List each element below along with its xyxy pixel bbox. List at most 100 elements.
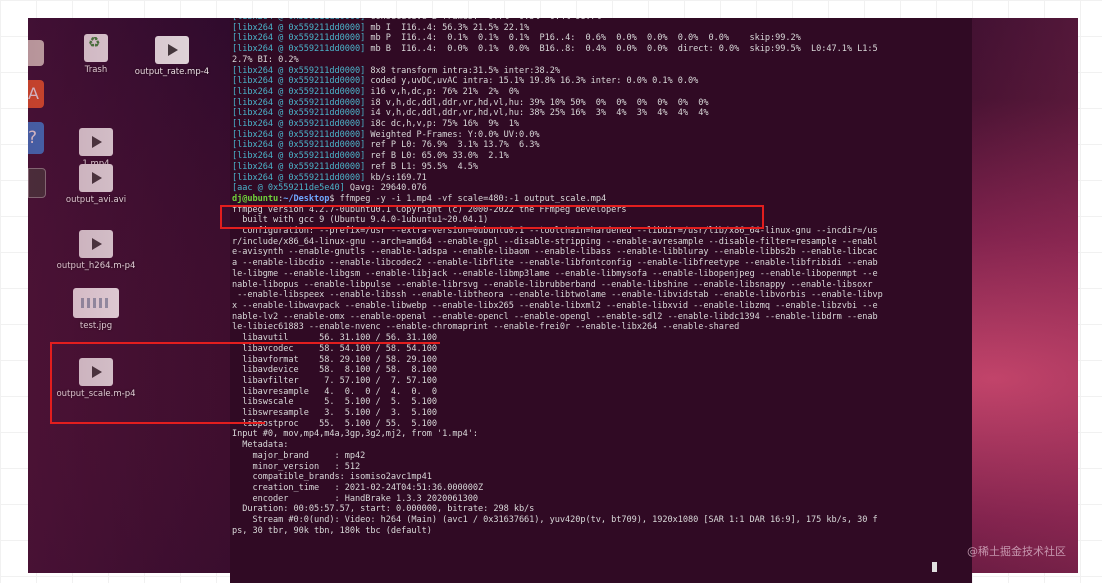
icon-label: output_avi.avi (65, 195, 127, 205)
terminal-line: [libx264 @ 0x559211dd0000] kb/s:169.71 (230, 173, 972, 184)
ffmpeg-output-line: nable-lv2 --enable-omx --enable-openal -… (232, 311, 878, 322)
video-file-icon (79, 128, 113, 156)
terminal-line: [libx264 @ 0x559211dd0000] mb I I16..4: … (230, 23, 972, 34)
terminal-line: [libx264 @ 0x559211dd0000] Weighted P-Fr… (230, 130, 972, 141)
terminal-line: 2.7% BI: 0.2% (230, 55, 972, 66)
desktop-icon-output-h264[interactable]: output_h264.m-p4 (56, 230, 136, 272)
log-prefix: [libx264 @ 0x559211dd0000] (232, 44, 366, 55)
icon-label: Trash (84, 65, 108, 75)
terminal-output: [libx264 @ 0x559211dd0000] consecutive B… (230, 18, 972, 194)
help-icon[interactable]: ? (28, 122, 44, 154)
log-prefix: [libx264 @ 0x559211dd0000] (232, 140, 366, 151)
ffmpeg-output-line: ps, 30 tbr, 90k tbn, 180k tbc (default) (232, 525, 432, 536)
ffmpeg-output-line: libavcodec 58. 54.100 / 58. 54.100 (232, 343, 437, 354)
icon-label: test.jpg (79, 321, 113, 331)
log-text: mb P I16..4: 0.1% 0.1% 0.1% P16..4: 0.6%… (365, 33, 801, 44)
log-text: kb/s:169.71 (365, 172, 427, 183)
log-prefix: [libx264 @ 0x559211dd0000] (232, 108, 366, 119)
ffmpeg-output-line: compatible_brands: isomiso2avc1mp41 (232, 472, 432, 483)
log-prefix: [libx264 @ 0x559211dd0000] (232, 18, 365, 22)
terminal-line: [aac @ 0x559211de5e40] Qavg: 29640.076 (230, 183, 972, 194)
terminal-line: [libx264 @ 0x559211dd0000] ref B L1: 95.… (230, 162, 972, 173)
ffmpeg-output-line: Metadata: (232, 440, 289, 451)
terminal-line: [libx264 @ 0x559211dd0000] ref B L0: 65.… (230, 151, 972, 162)
ffmpeg-output-line: Duration: 00:05:57.57, start: 0.000000, … (232, 504, 535, 515)
log-text: mb B I16..4: 0.0% 0.1% 0.0% B16..8: 0.4%… (365, 44, 878, 55)
log-text: consecutive B-frames: 0.7% 0.3% 0.4% 98.… (365, 18, 601, 22)
terminal-line: [libx264 @ 0x559211dd0000] mb B I16..4: … (230, 44, 972, 55)
log-prefix: [libx264 @ 0x559211dd0000] (232, 119, 366, 130)
desktop-icon-output-avi[interactable]: output_avi.avi (56, 164, 136, 206)
ffmpeg-output-line: libavdevice 58. 8.100 / 58. 8.100 (232, 365, 437, 376)
log-prefix: [libx264 @ 0x559211dd0000] (232, 86, 366, 97)
ffmpeg-output-line: encoder : HandBrake 1.3.3 2020061300 (232, 493, 478, 504)
log-prefix: [libx264 @ 0x559211dd0000] (232, 22, 366, 33)
log-prefix: [libx264 @ 0x559211dd0000] (232, 161, 366, 172)
log-prefix: [libx264 @ 0x559211dd0000] (232, 97, 366, 108)
ffmpeg-output-line: nable-libopus --enable-libpulse --enable… (232, 279, 873, 290)
terminal-line: [libx264 @ 0x559211dd0000] mb P I16..4: … (230, 33, 972, 44)
terminal-line: [libx264 @ 0x559211dd0000] i16 v,h,dc,p:… (230, 87, 972, 98)
log-text: 2.7% BI: 0.2% (232, 54, 299, 65)
log-prefix: [libx264 @ 0x559211dd0000] (232, 33, 366, 44)
log-text: ref B L0: 65.0% 33.0% 2.1% (365, 151, 509, 162)
log-text: i16 v,h,dc,p: 76% 21% 2% 0% (365, 86, 519, 97)
watermark: @稀土掘金技术社区 (967, 545, 1066, 558)
log-prefix: [aac @ 0x559211de5e40] (232, 183, 345, 194)
terminal-line: [libx264 @ 0x559211dd0000] i8 v,h,dc,ddl… (230, 98, 972, 109)
terminal-window[interactable]: [libx264 @ 0x559211dd0000] consecutive B… (230, 18, 972, 583)
terminal-line: [libx264 @ 0x559211dd0000] 8x8 transform… (230, 66, 972, 77)
trash-icon (84, 34, 108, 62)
ffmpeg-output: ffmpeg version 4.2.7-0ubuntu0.1 Copyrigh… (230, 205, 972, 537)
desktop-icon-trash[interactable]: Trash (56, 34, 136, 76)
ffmpeg-output-line: le-libgme --enable-libgsm --enable-libja… (232, 268, 878, 279)
log-prefix: [libx264 @ 0x559211dd0000] (232, 129, 366, 140)
ffmpeg-output-line: Input #0, mov,mp4,m4a,3gp,3g2,mj2, from … (232, 429, 478, 440)
ffmpeg-output-line: x --enable-libwavpack --enable-libwebp -… (232, 300, 878, 311)
ffmpeg-output-line: --enable-libspeex --enable-libssh --enab… (232, 290, 883, 301)
ffmpeg-output-line: e-avisynth --enable-gnutls --enable-lads… (232, 247, 878, 258)
terminal-dock-icon[interactable] (28, 168, 46, 198)
terminal-line: [libx264 @ 0x559211dd0000] coded y,uvDC,… (230, 76, 972, 87)
command-text: ffmpeg -y -i 1.mp4 -vf scale=480:-1 outp… (334, 193, 607, 204)
terminal-line: [libx264 @ 0x559211dd0000] i8c dc,h,v,p:… (230, 119, 972, 130)
ffmpeg-output-line: libswscale 5. 5.100 / 5. 5.100 (232, 397, 437, 408)
log-text: 8x8 transform intra:31.5% inter:38.2% (365, 65, 560, 76)
software-store-icon[interactable]: A (28, 80, 44, 108)
icon-label: output_rate.mp-4 (134, 67, 210, 77)
log-text: Qavg: 29640.076 (344, 183, 427, 194)
image-file-icon (73, 288, 119, 318)
ffmpeg-output-line: creation_time : 2021-02-24T04:51:36.0000… (232, 482, 484, 493)
log-prefix: [libx264 @ 0x559211dd0000] (232, 172, 366, 183)
video-file-icon (79, 164, 113, 192)
terminal-prompt-line: dj@ubuntu:~/Desktop$ ffmpeg -y -i 1.mp4 … (232, 193, 607, 204)
terminal-line: [libx264 @ 0x559211dd0000] ref P L0: 76.… (230, 140, 972, 151)
log-text: ref B L1: 95.5% 4.5% (365, 161, 478, 172)
ffmpeg-output-line: libavfilter 7. 57.100 / 7. 57.100 (232, 375, 437, 386)
files-dock-icon[interactable] (28, 40, 44, 66)
log-text: i8c dc,h,v,p: 75% 16% 9% 1% (365, 119, 519, 130)
terminal-cursor (932, 562, 937, 572)
log-text: Weighted P-Frames: Y:0.0% UV:0.0% (365, 129, 540, 140)
log-text: ref P L0: 76.9% 3.1% 13.7% 6.3% (365, 140, 540, 151)
log-text: i8 v,h,dc,ddl,ddr,vr,hd,vl,hu: 39% 10% 5… (365, 97, 709, 108)
log-text: mb I I16..4: 56.3% 21.5% 22.1% (365, 22, 530, 33)
ffmpeg-output-line: Stream #0:0(und): Video: h264 (Main) (av… (232, 515, 878, 526)
ffmpeg-output-line: minor_version : 512 (232, 461, 361, 472)
command-highlight-box (220, 205, 764, 229)
ffmpeg-output-line: libswresample 3. 5.100 / 3. 5.100 (232, 408, 437, 419)
desktop-icon-output-rate[interactable]: output_rate.mp-4 (132, 36, 212, 78)
ffmpeg-output-line: libpostproc 55. 5.100 / 55. 5.100 (232, 418, 437, 429)
highlight-box-edge (262, 342, 440, 344)
video-file-icon (155, 36, 189, 64)
ffmpeg-output-line: le-libiec61883 --enable-nvenc --enable-c… (232, 322, 740, 333)
log-prefix: [libx264 @ 0x559211dd0000] (232, 65, 366, 76)
log-prefix: [libx264 @ 0x559211dd0000] (232, 76, 366, 87)
ffmpeg-output-line: libavresample 4. 0. 0 / 4. 0. 0 (232, 386, 437, 397)
ffmpeg-output-line: r/include/x86_64-linux-gnu --arch=amd64 … (232, 236, 878, 247)
icon-label: output_h264.m-p4 (56, 261, 136, 271)
desktop-icon-test-jpg[interactable]: test.jpg (56, 288, 136, 332)
log-prefix: [libx264 @ 0x559211dd0000] (232, 151, 366, 162)
log-text: i4 v,h,dc,ddl,ddr,vr,hd,vl,hu: 38% 25% 1… (365, 108, 709, 119)
prompt-path: ~/Desktop (283, 193, 330, 204)
